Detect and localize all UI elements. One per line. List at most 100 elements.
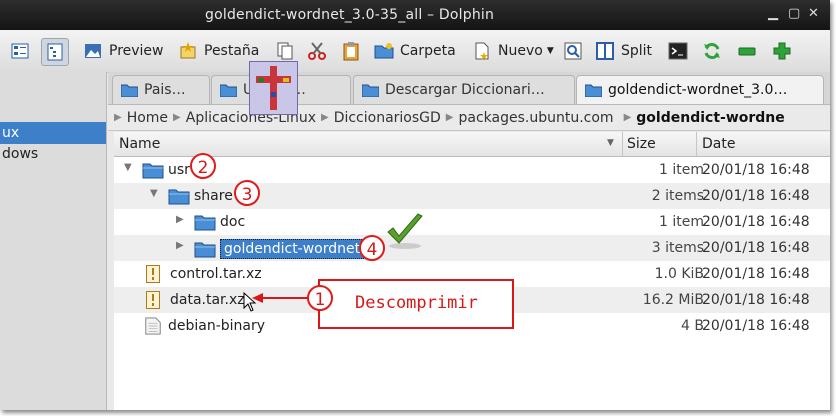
list-item[interactable]: ▼ share 2 items 20/01/18 16:48 [114, 183, 830, 209]
close-icon[interactable]: ✕ [808, 6, 819, 21]
list-item[interactable]: ▼ usr 1 item 20/01/18 16:48 [114, 157, 830, 183]
file-size: 16.2 MiB [642, 292, 704, 308]
file-name: control.tar.xz [170, 266, 262, 282]
breadcrumb-item-current[interactable]: goldendict-wordne [636, 110, 784, 126]
binary-file-icon [145, 317, 161, 335]
dolphin-window: goldendict-wordnet_3.0-35_all – Dolphin … [0, 0, 830, 410]
breadcrumb-separator-icon: ▶ [173, 112, 181, 123]
icons-view-icon [11, 43, 29, 59]
column-date-header[interactable]: Date [702, 136, 735, 152]
file-size: 1 item [659, 162, 704, 178]
list-item[interactable]: ▶ doc 1 item 20/01/18 16:48 [114, 209, 830, 235]
folder-icon [374, 43, 394, 59]
paste-button[interactable] [341, 38, 361, 64]
find-button[interactable] [563, 38, 583, 64]
annotation-note: Descomprimir [318, 279, 514, 329]
file-date: 20/01/18 16:48 [702, 292, 810, 308]
annotation-badge-4: 4 [359, 235, 385, 261]
tab-pais[interactable]: Pais… [112, 75, 210, 104]
file-size: 1 item [659, 214, 704, 230]
file-name: usr [168, 162, 190, 178]
file-date: 20/01/18 16:48 [702, 266, 810, 282]
file-name: debian-binary [168, 318, 266, 334]
refresh-icon [704, 42, 720, 60]
breadcrumb: ▶ Home ▶ Aplicaciones-Linux ▶ Diccionari… [108, 105, 830, 131]
breadcrumb-separator-icon: ▶ [445, 112, 454, 123]
sidebar-item-windows[interactable]: dows [0, 143, 106, 165]
folder-icon [121, 84, 138, 97]
minus-icon [738, 47, 756, 56]
folder-icon [142, 163, 164, 179]
folder-icon [220, 84, 237, 97]
folder-icon [585, 84, 602, 97]
collapsed-arrow-icon[interactable]: ▶ [176, 214, 184, 225]
folder-icon [194, 215, 216, 231]
split-view-icon [596, 42, 614, 60]
new-menu-button[interactable]: Nuevo ▼ [472, 38, 554, 64]
new-tab-button[interactable]: Pestaña [178, 38, 259, 64]
terminal-icon [668, 42, 688, 60]
breadcrumb-item-packages[interactable]: packages.ubuntu.com [459, 110, 614, 126]
sort-chevron-icon: ▼ [607, 138, 614, 148]
file-date: 20/01/18 16:48 [702, 214, 810, 230]
cut-button[interactable] [307, 38, 327, 64]
expanded-arrow-icon[interactable]: ▼ [150, 188, 158, 199]
breadcrumb-separator-icon: ▶ [114, 112, 122, 123]
clipboard-icon [343, 42, 359, 61]
copy-icon [277, 42, 293, 60]
details-view-icon [47, 43, 63, 61]
file-name: data.tar.xz [170, 292, 245, 308]
preview-button[interactable]: Preview [83, 38, 164, 64]
file-date: 20/01/18 16:48 [702, 162, 810, 178]
tab-label: Descargar Diccionari… [385, 82, 545, 98]
file-name: goldendict-wordnet [220, 239, 365, 259]
breadcrumb-item-home[interactable]: Home [127, 110, 168, 126]
file-list: Name ▼ Size Date ▼ usr 1 item 20/01/18 1… [114, 132, 830, 410]
list-item-selected[interactable]: ▶ goldendict-wordnet 3 items 20/01/18 16… [114, 235, 830, 261]
scissors-icon [308, 42, 326, 60]
archive-file-icon [146, 291, 160, 309]
details-view-button[interactable] [41, 38, 69, 66]
annotation-badge-2: 2 [190, 153, 216, 179]
column-size-header[interactable]: Size [627, 136, 656, 152]
search-icon [564, 42, 582, 60]
minimize-icon[interactable]: ▁ [768, 6, 778, 21]
tab-descargar[interactable]: Descargar Diccionari… [353, 75, 575, 104]
new-folder-button[interactable]: Carpeta [374, 38, 456, 64]
expanded-arrow-icon[interactable]: ▼ [124, 162, 132, 173]
file-size: 3 items [651, 240, 704, 256]
split-button[interactable]: Split [595, 38, 652, 64]
breadcrumb-item-diccionarios[interactable]: DiccionariosGD [334, 110, 441, 126]
file-size: 4 B [681, 318, 704, 334]
chevron-down-icon: ▼ [546, 46, 554, 56]
maximize-icon[interactable]: ▢ [788, 6, 800, 21]
file-date: 20/01/18 16:48 [702, 188, 810, 204]
tab-bar: Pais… U Ma… Descargar Diccionari… golden… [108, 72, 830, 105]
refresh-button[interactable] [702, 38, 722, 64]
terminal-button[interactable] [668, 38, 688, 64]
breadcrumb-separator-icon: ▶ [320, 112, 329, 123]
file-date: 20/01/18 16:48 [702, 240, 810, 256]
column-header: Name ▼ Size Date [114, 132, 830, 157]
zoom-in-button[interactable] [772, 38, 792, 64]
annotation-badge-3: 3 [234, 180, 260, 206]
folder-icon [362, 84, 379, 97]
tab-label: goldendict-wordnet_3.0… [608, 82, 788, 98]
file-size: 2 items [651, 188, 704, 204]
checkmark-icon [387, 213, 423, 249]
file-date: 20/01/18 16:48 [702, 318, 810, 334]
annotation-note-text: Descomprimir [355, 293, 478, 313]
zoom-out-button[interactable] [737, 38, 757, 64]
plus-icon [773, 42, 791, 60]
column-name-header[interactable]: Name [119, 136, 160, 152]
collapsed-arrow-icon[interactable]: ▶ [176, 240, 184, 251]
icons-view-button[interactable] [10, 38, 30, 64]
breadcrumb-separator-icon: ▶ [623, 112, 632, 123]
toolbar: Preview Pestaña Carpeta Nuevo ▼ Split [0, 30, 830, 73]
file-name: share [194, 188, 233, 204]
tab-label: Pais… [144, 82, 186, 98]
folder-icon [168, 189, 190, 205]
tab-goldendict-current[interactable]: goldendict-wordnet_3.0… [576, 75, 824, 104]
sidebar-item-linux[interactable]: ux [0, 122, 106, 144]
folder-icon [194, 242, 216, 258]
